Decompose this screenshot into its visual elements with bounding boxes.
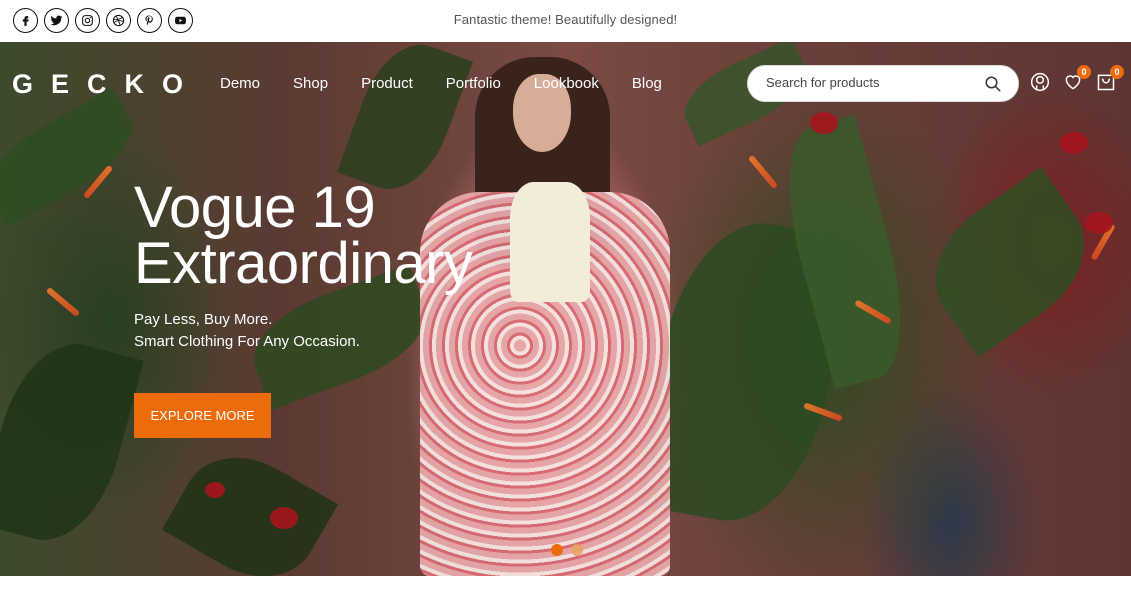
hero-headline-line-1: Vogue 19 xyxy=(134,175,376,240)
main-header: GECKO Demo Shop Product Portfolio Lookbo… xyxy=(0,42,1131,126)
menu-item-product[interactable]: Product xyxy=(361,75,413,92)
menu-item-demo[interactable]: Demo xyxy=(220,75,260,92)
user-icon xyxy=(1030,72,1050,92)
wishlist-button[interactable]: 0 xyxy=(1063,65,1091,92)
hero-headline: Vogue 19 Extraordinary xyxy=(134,175,473,296)
wishlist-count-badge: 0 xyxy=(1077,65,1091,79)
main-menu: Demo Shop Product Portfolio Lookbook Blo… xyxy=(220,75,695,92)
anthurium-decoration xyxy=(270,507,298,529)
anthurium-decoration xyxy=(1085,212,1113,234)
foliage-decoration xyxy=(910,166,1110,358)
slider-pagination xyxy=(551,544,583,556)
explore-more-button[interactable]: EXPLORE MORE xyxy=(134,393,271,438)
slide-dot-2[interactable] xyxy=(571,544,583,556)
anthurium-decoration xyxy=(1060,132,1088,154)
site-logo[interactable]: GECKO xyxy=(12,69,201,100)
menu-item-lookbook[interactable]: Lookbook xyxy=(534,75,599,92)
search-box xyxy=(747,65,1019,102)
hero-subline-1: Pay Less, Buy More. xyxy=(134,311,273,328)
announcement-text: Fantastic theme! Beautifully designed! xyxy=(453,12,678,27)
foliage-decoration xyxy=(161,434,339,576)
cart-count-badge: 0 xyxy=(1110,65,1124,79)
bird-of-paradise-decoration xyxy=(747,154,779,190)
top-bar: Fantastic theme! Beautifully designed! xyxy=(0,0,1131,42)
cart-button[interactable]: 0 xyxy=(1096,65,1124,92)
hero-subheadline: Pay Less, Buy More. Smart Clothing For A… xyxy=(134,309,472,353)
hero-headline-line-2: Extraordinary xyxy=(134,231,473,296)
header-actions: 0 0 xyxy=(1030,65,1124,92)
menu-item-shop[interactable]: Shop xyxy=(293,75,328,92)
search-icon[interactable] xyxy=(984,75,1002,93)
hero-subline-2: Smart Clothing For Any Occasion. xyxy=(134,333,360,350)
menu-item-blog[interactable]: Blog xyxy=(632,75,662,92)
hero-content: Vogue 19 Extraordinary Pay Less, Buy Mor… xyxy=(134,175,473,353)
account-button[interactable] xyxy=(1030,72,1050,92)
anthurium-decoration xyxy=(205,482,225,498)
bird-of-paradise-decoration xyxy=(45,286,81,318)
menu-item-portfolio[interactable]: Portfolio xyxy=(446,75,501,92)
slide-dot-1[interactable] xyxy=(551,544,563,556)
foliage-decoration xyxy=(0,329,144,555)
search-input[interactable] xyxy=(766,75,966,90)
